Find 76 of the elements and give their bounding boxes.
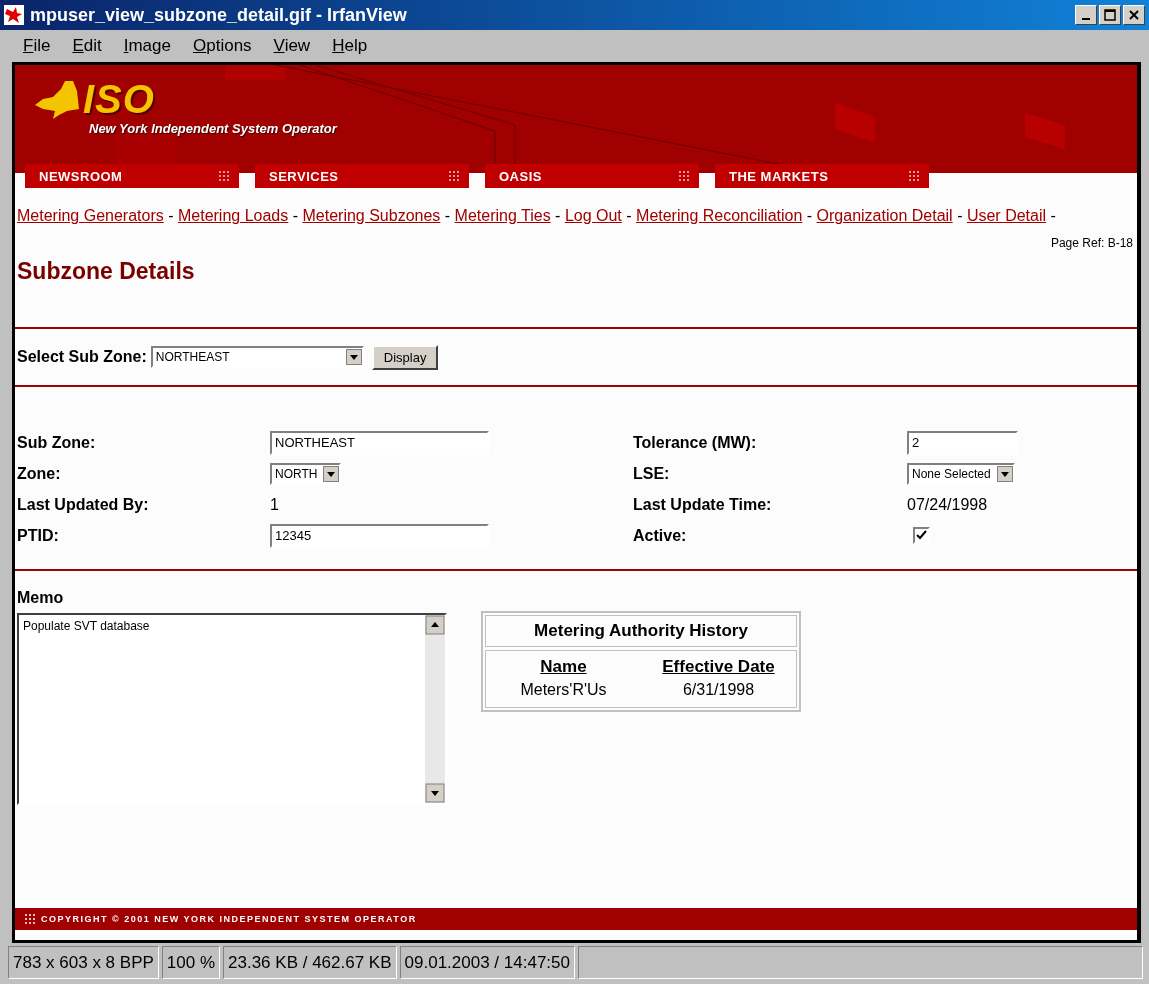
nav-link[interactable]: Metering Reconciliation [636, 207, 803, 224]
status-cell: 09.01.2003 / 14:47:50 [399, 946, 575, 979]
logo-text: ISO [83, 79, 155, 119]
memo-field[interactable]: Populate SVT database [17, 613, 447, 805]
link-separator: - [957, 207, 963, 224]
dropdown-field[interactable]: None Selected [907, 462, 1015, 485]
column-header: Name [540, 657, 587, 676]
field-label: Last Update Time: [633, 495, 773, 514]
status-cell: 23.36 KB / 462.67 KB [223, 946, 397, 979]
checkmark-icon [916, 530, 927, 541]
scrollbar[interactable] [425, 615, 445, 803]
nav-link[interactable]: Metering Loads [177, 207, 289, 224]
subzone-dropdown[interactable]: NORTHEAST [150, 346, 364, 368]
menu-item[interactable]: View [262, 36, 322, 56]
text-field[interactable]: NORTHEAST [270, 430, 489, 455]
tagline: New York Independent System Operator [89, 121, 339, 136]
link-separator: - [555, 207, 561, 224]
nav-link[interactable]: Organization Detail [816, 207, 953, 224]
nav-tab[interactable]: OASIS [485, 164, 699, 188]
column-header: Effective Date [662, 657, 775, 676]
nav-link[interactable]: Metering Generators [17, 207, 164, 224]
close-button[interactable] [1123, 5, 1145, 25]
window-title: mpuser_view_subzone_detail.gif - IrfanView [30, 4, 408, 26]
menu-item[interactable]: File [12, 36, 62, 56]
maximize-icon [1104, 9, 1116, 21]
status-cell: 783 x 603 x 8 BPP [8, 946, 159, 979]
nav-link[interactable]: Metering Subzones [302, 207, 441, 224]
text-field[interactable]: 2 [907, 430, 1018, 455]
dots-icon [449, 171, 459, 181]
link-separator: - [1050, 207, 1056, 224]
field-label: Tolerance (MW): [633, 433, 758, 452]
menu-item[interactable]: Edit [61, 36, 113, 56]
nav-tab[interactable]: NEWSROOM [25, 164, 239, 188]
maximize-button[interactable] [1099, 5, 1121, 25]
nav-tab[interactable]: SERVICES [255, 164, 469, 188]
display-button[interactable]: Display [371, 344, 439, 370]
app-icon [4, 5, 24, 25]
active-checkbox[interactable] [913, 527, 930, 544]
memo-label: Memo [17, 589, 65, 607]
menu-item[interactable]: Image [112, 36, 182, 56]
nav-link[interactable]: User Detail [966, 207, 1047, 224]
menu-item[interactable]: Options [182, 36, 263, 56]
menu-item[interactable]: Help [321, 36, 379, 56]
link-separator: - [626, 207, 632, 224]
dots-icon [219, 171, 229, 181]
field-label: Last Updated By: [17, 495, 150, 514]
link-separator: - [292, 207, 299, 224]
copyright-text: COPYRIGHT © 2001 NEW YORK INDEPENDENT SYSTEM OPERATOR [41, 914, 417, 924]
page-reference: Page Ref: B-18 [1049, 236, 1133, 250]
field-value: 07/24/1998 [907, 495, 988, 513]
dots-icon [909, 171, 919, 181]
dots-icon [679, 171, 689, 181]
field-label: Zone: [17, 464, 62, 483]
close-icon [1128, 9, 1140, 21]
nav-link[interactable]: Log Out [564, 207, 622, 224]
nav-link[interactable]: Metering Ties [454, 207, 551, 224]
text-field[interactable]: 12345 [270, 523, 489, 548]
table-cell: 6/31/1998 [682, 681, 755, 698]
field-label: LSE: [633, 464, 671, 483]
dots-icon [25, 914, 35, 924]
minimize-icon [1082, 18, 1090, 20]
field-label: Select Sub Zone: [17, 348, 147, 366]
link-separator: - [444, 207, 451, 224]
minimize-button[interactable] [1075, 5, 1097, 25]
field-value: 1 [270, 495, 279, 513]
page-heading: Subzone Details [17, 258, 196, 285]
table-cell: Meters'R'Us [520, 681, 607, 698]
field-label: Sub Zone: [17, 433, 97, 452]
field-label: PTID: [17, 526, 60, 545]
link-separator: - [168, 207, 174, 224]
field-label: Active: [633, 526, 688, 545]
link-separator: - [806, 207, 813, 224]
table-title: Metering Authority History [485, 615, 797, 647]
dropdown-field[interactable]: NORTH [270, 462, 342, 485]
status-cell: 100 % [161, 946, 221, 979]
nav-tab[interactable]: THE MARKETS [715, 164, 929, 188]
